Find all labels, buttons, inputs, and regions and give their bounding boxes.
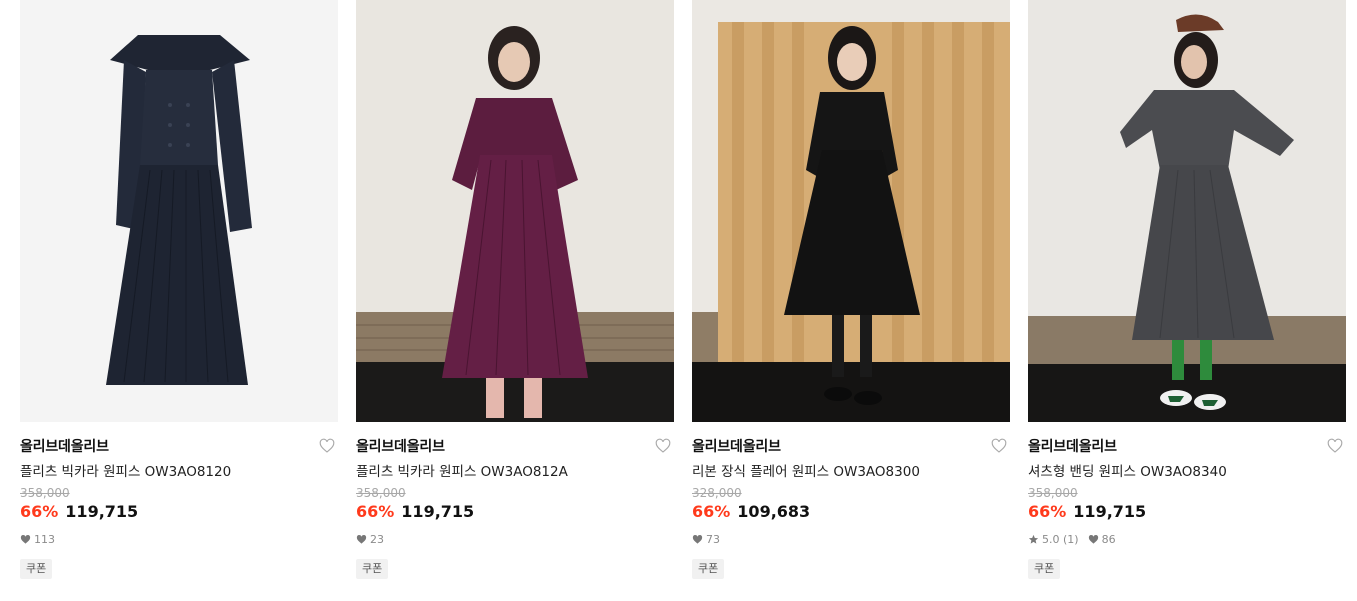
- product-meta: 113: [20, 533, 64, 546]
- product-name[interactable]: 플리츠 빅카라 원피스 OW3AO812A: [356, 460, 568, 480]
- discount-rate: 66%: [20, 502, 59, 521]
- like-heart-icon: [356, 534, 367, 545]
- product-card[interactable]: 올리브데올리브 플리츠 빅카라 원피스 OW3AO812A 358,000 66…: [356, 0, 674, 601]
- coupon-badge: 쿠폰: [1028, 559, 1061, 579]
- sale-price: 119,715: [65, 502, 139, 521]
- price-row: 66% 119,715: [1028, 502, 1146, 524]
- price-row: 66% 109,683: [692, 502, 810, 524]
- original-price: 358,000: [1028, 486, 1078, 500]
- product-card[interactable]: 올리브데올리브 셔츠형 밴딩 원피스 OW3AO8340 358,000 66%…: [1028, 0, 1346, 601]
- product-image[interactable]: [1028, 0, 1346, 422]
- product-name[interactable]: 리본 장식 플레어 원피스 OW3AO8300: [692, 460, 920, 480]
- product-meta: 73: [692, 533, 729, 546]
- sale-price: 109,683: [737, 502, 811, 521]
- brand-name[interactable]: 올리브데올리브: [1028, 436, 1117, 456]
- original-price: 328,000: [692, 486, 742, 500]
- heart-icon[interactable]: [1326, 437, 1344, 455]
- product-grid: 올리브데올리브 플리츠 빅카라 원피스 OW3AO8120 358,000 66…: [0, 0, 1357, 601]
- product-card[interactable]: 올리브데올리브 리본 장식 플레어 원피스 OW3AO8300 328,000 …: [692, 0, 1010, 601]
- like-count: 23: [370, 533, 384, 546]
- brand-row: 올리브데올리브: [692, 436, 1010, 456]
- sale-price: 119,715: [1073, 502, 1147, 521]
- like-count: 86: [1101, 533, 1116, 546]
- brand-row: 올리브데올리브: [20, 436, 338, 456]
- price-row: 66% 119,715: [356, 502, 474, 524]
- product-meta: 23: [356, 533, 393, 546]
- brand-name[interactable]: 올리브데올리브: [356, 436, 445, 456]
- rating: 5.0 (1): [1042, 533, 1079, 546]
- like-count: 113: [34, 533, 55, 546]
- brand-name[interactable]: 올리브데올리브: [692, 436, 781, 456]
- discount-rate: 66%: [692, 502, 731, 521]
- price-row: 66% 119,715: [20, 502, 138, 524]
- brand-row: 올리브데올리브: [356, 436, 674, 456]
- original-price: 358,000: [20, 486, 70, 500]
- heart-icon[interactable]: [654, 437, 672, 455]
- heart-icon[interactable]: [318, 437, 336, 455]
- product-meta: 5.0 (1) 86: [1028, 533, 1125, 546]
- heart-icon[interactable]: [990, 437, 1008, 455]
- product-name[interactable]: 셔츠형 밴딩 원피스 OW3AO8340: [1028, 460, 1227, 480]
- brand-name[interactable]: 올리브데올리브: [20, 436, 109, 456]
- original-price: 358,000: [356, 486, 406, 500]
- coupon-badge: 쿠폰: [20, 559, 53, 579]
- discount-rate: 66%: [356, 502, 395, 521]
- coupon-badge: 쿠폰: [692, 559, 725, 579]
- product-card[interactable]: 올리브데올리브 플리츠 빅카라 원피스 OW3AO8120 358,000 66…: [20, 0, 338, 601]
- brand-row: 올리브데올리브: [1028, 436, 1346, 456]
- like-count: 73: [706, 533, 720, 546]
- coupon-badge: 쿠폰: [356, 559, 389, 579]
- star-icon: [1028, 534, 1039, 545]
- product-image[interactable]: [20, 0, 338, 422]
- sale-price: 119,715: [401, 502, 475, 521]
- like-heart-icon: [692, 534, 703, 545]
- product-image[interactable]: [356, 0, 674, 422]
- product-name[interactable]: 플리츠 빅카라 원피스 OW3AO8120: [20, 460, 231, 480]
- like-heart-icon: [20, 534, 31, 545]
- discount-rate: 66%: [1028, 502, 1067, 521]
- product-image[interactable]: [692, 0, 1010, 422]
- like-heart-icon: [1088, 534, 1099, 545]
